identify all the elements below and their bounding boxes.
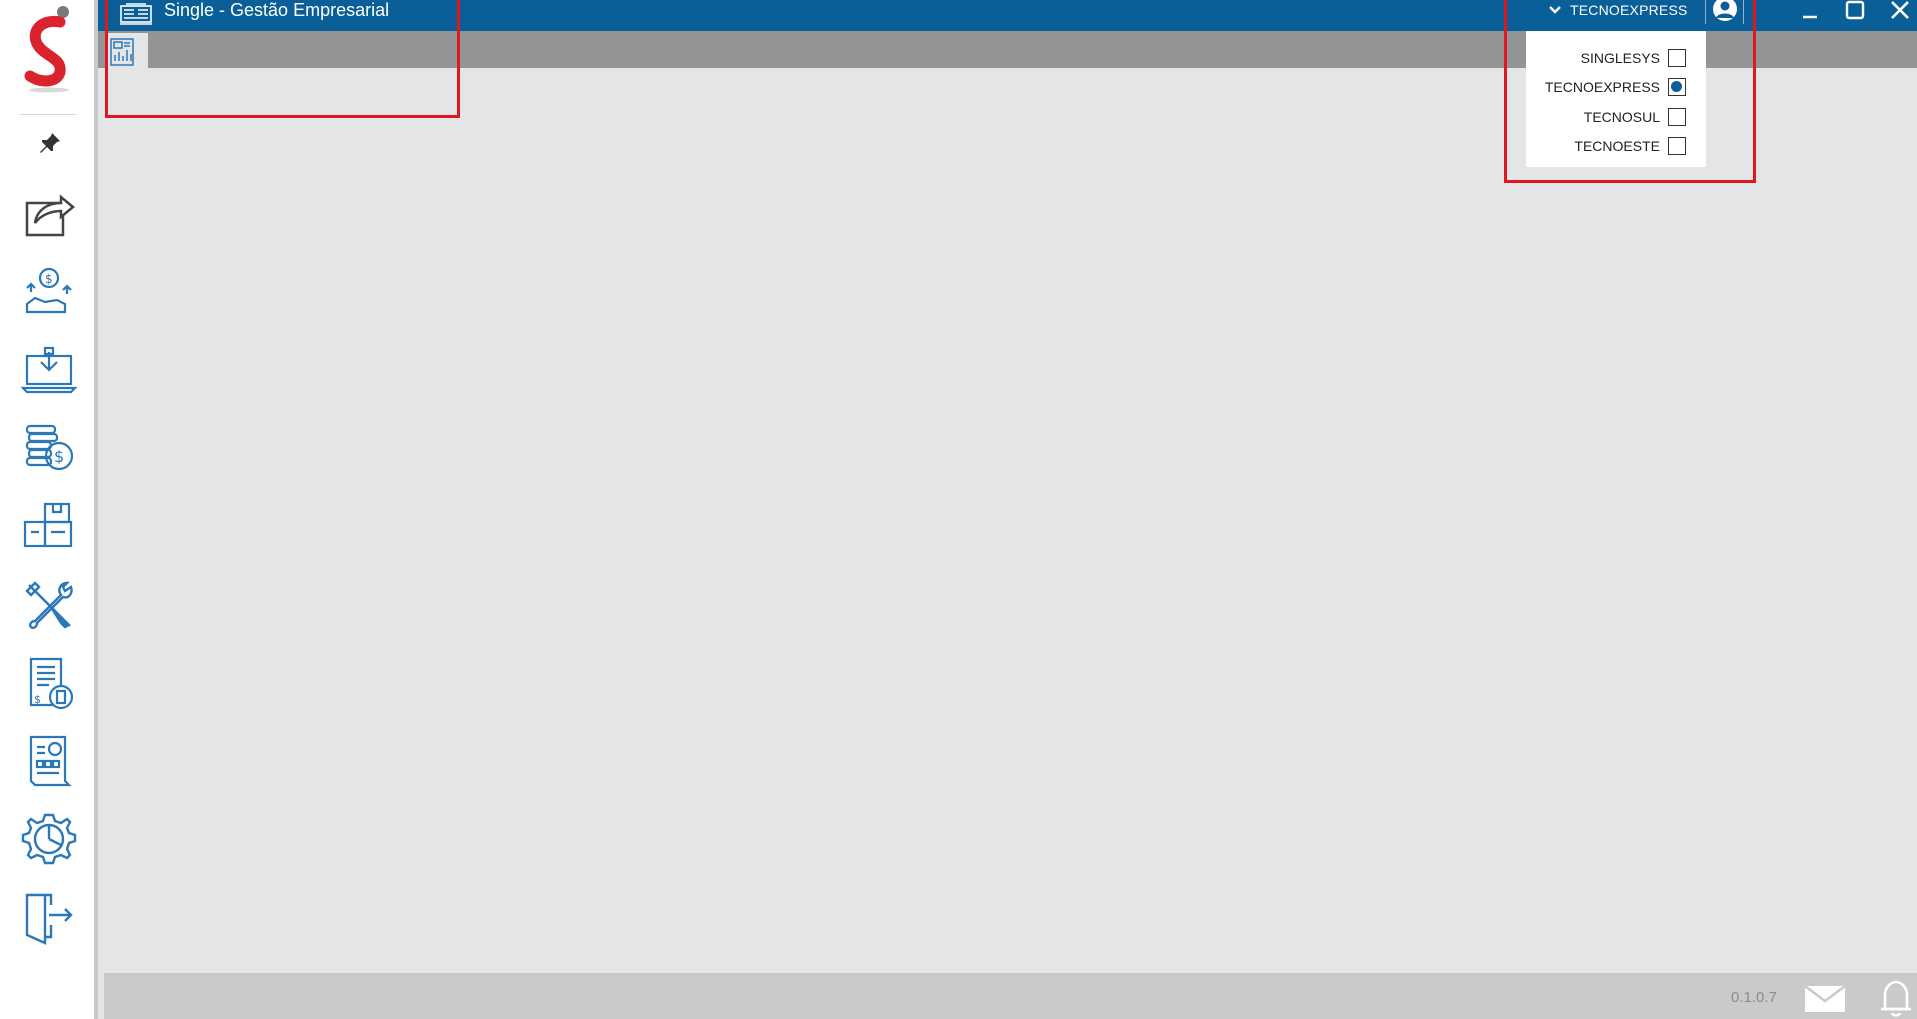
- sidebar-item-reports[interactable]: [18, 730, 80, 792]
- titlebar-separator: [1705, 0, 1706, 24]
- company-option-radio-checked[interactable]: [1668, 78, 1686, 97]
- company-option-singlesys[interactable]: SINGLESYS: [1526, 43, 1706, 73]
- sidebar-item-share[interactable]: [18, 182, 80, 244]
- mail-icon[interactable]: [1804, 983, 1846, 1013]
- svg-text:$: $: [34, 693, 41, 706]
- sidebar-item-finance[interactable]: $: [18, 417, 80, 479]
- tab-dashboard[interactable]: [105, 33, 148, 68]
- maximize-icon[interactable]: [1841, 0, 1869, 24]
- company-option-label: TECNOESTE: [1574, 138, 1660, 155]
- bell-icon[interactable]: [1879, 979, 1913, 1017]
- company-option-tecnosul[interactable]: TECNOSUL: [1526, 102, 1706, 132]
- titlebar-separator: [1743, 0, 1744, 24]
- company-selector[interactable]: TECNOEXPRESS: [1548, 0, 1688, 20]
- report-document-icon: [29, 735, 72, 787]
- company-option-radio[interactable]: [1668, 107, 1686, 126]
- tools-wrench-screwdriver-icon: [25, 581, 73, 629]
- svg-text:$: $: [45, 272, 53, 286]
- svg-text:$: $: [54, 447, 64, 466]
- coins-dollar-icon: $: [25, 424, 74, 471]
- company-option-label: SINGLESYS: [1580, 49, 1660, 66]
- sidebar-item-sales[interactable]: $: [18, 261, 80, 323]
- status-bar: 0.1.0.7: [104, 973, 1917, 1019]
- sidebar-item-invoice[interactable]: $: [18, 652, 80, 714]
- company-option-tecnoeste[interactable]: TECNOESTE: [1526, 132, 1706, 162]
- chevron-down-icon: [1549, 6, 1561, 14]
- minimize-icon[interactable]: [1797, 0, 1825, 24]
- exit-door-icon: [25, 893, 73, 945]
- user-avatar-icon[interactable]: [1711, 0, 1739, 24]
- app-monitor-icon: [120, 3, 152, 25]
- title-bar: Single - Gestão Empresarial TECNOEXPRESS: [98, 0, 1917, 31]
- company-option-label: TECNOEXPRESS: [1544, 79, 1660, 96]
- sidebar-item-warehouse[interactable]: [18, 495, 80, 557]
- sidebar-item-tools[interactable]: [18, 574, 80, 636]
- dashboard-report-icon: [110, 38, 134, 66]
- version-label: 0.1.0.7: [1731, 989, 1777, 1006]
- sidebar-item-laptop[interactable]: [18, 339, 80, 401]
- sidebar-item-exit[interactable]: [18, 886, 80, 948]
- close-icon[interactable]: [1886, 0, 1914, 24]
- company-option-label: TECNOSUL: [1583, 108, 1660, 125]
- sidebar-divider: [20, 114, 76, 115]
- selected-company: TECNOEXPRESS: [1570, 2, 1688, 18]
- company-option-radio[interactable]: [1668, 48, 1686, 67]
- sales-money-hand-icon: $: [25, 267, 72, 314]
- sidebar: $ $ $: [0, 0, 98, 1019]
- single-s-logo: [24, 6, 69, 93]
- invoice-receipt-icon: $: [29, 657, 74, 710]
- pin-icon[interactable]: [38, 131, 62, 155]
- company-option-tecnoexpress[interactable]: TECNOEXPRESS: [1526, 73, 1706, 103]
- warehouse-boxes-icon: [23, 502, 73, 548]
- app-title: Single - Gestão Empresarial: [164, 0, 390, 20]
- company-option-radio[interactable]: [1668, 137, 1686, 156]
- share-export-icon: [25, 194, 75, 237]
- sidebar-item-settings[interactable]: [18, 808, 80, 870]
- gear-chart-icon: [21, 813, 77, 865]
- laptop-package-icon: [21, 346, 77, 394]
- company-dropdown: SINGLESYS TECNOEXPRESS TECNOSUL TECNOEST…: [1526, 31, 1706, 167]
